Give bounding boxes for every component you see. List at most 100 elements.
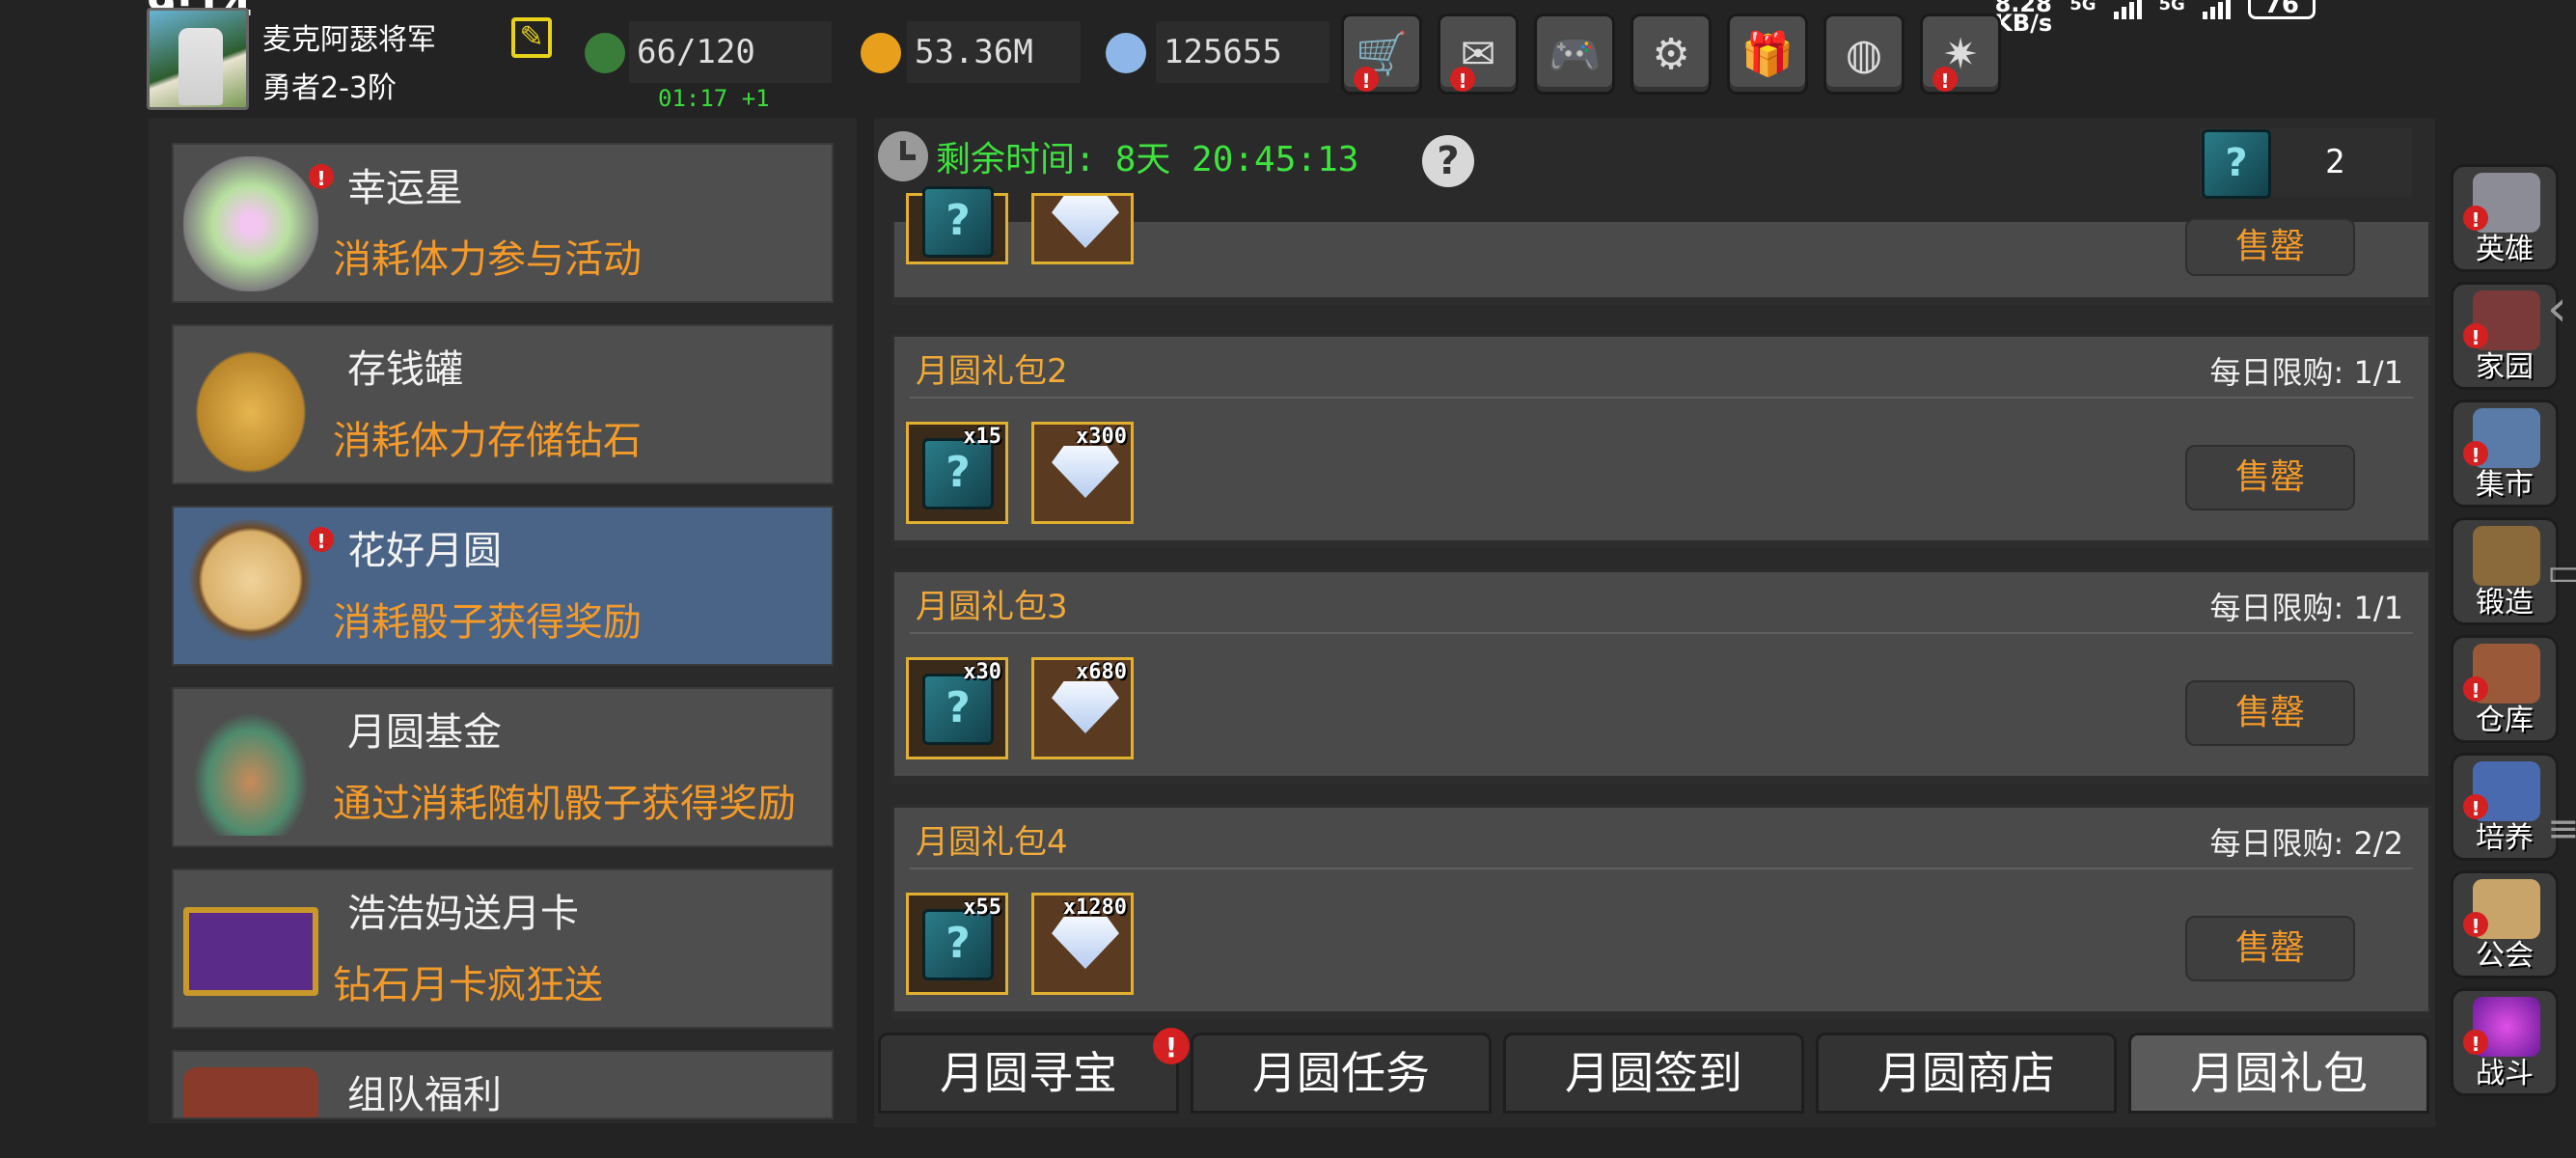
sidebar-label: 集市 (2476, 468, 2534, 502)
event-title: 幸运星 (347, 166, 463, 210)
gift-pack-card: 月圆礼包2 每日限购: 1/1 ? x15 x300 售罄 (891, 334, 2431, 548)
sidebar-label: 战斗 (2476, 1057, 2534, 1090)
money-bag-icon (183, 701, 318, 836)
mystery-box-item[interactable]: ? x30 (906, 657, 1008, 759)
fireworks-button[interactable]: ✷! (1920, 14, 2001, 95)
event-title: 花好月圆 (347, 529, 502, 573)
sidebar-train-button[interactable]: ! 培养 (2451, 753, 2559, 861)
event-subtitle: 消耗骰子获得奖励 (333, 600, 642, 645)
anvil-icon (2473, 526, 2540, 586)
sidebar-forge-button[interactable]: 锻造 (2451, 517, 2559, 625)
diamond-item[interactable]: x680 (1031, 657, 1134, 759)
sidebar-label: 英雄 (2476, 233, 2534, 266)
player-rank: 勇者2-3阶 (262, 71, 397, 105)
item-quantity: x55 (963, 896, 1001, 920)
pack-title: 月圆礼包2 (916, 352, 1068, 391)
avatar-face (178, 28, 223, 105)
event-title: 月圆基金 (347, 710, 502, 755)
mystery-box-icon: ? (2202, 129, 2271, 199)
sidebar-home-button[interactable]: ! 家园 (2451, 282, 2559, 390)
alert-badge: ! (1153, 1028, 1190, 1064)
gold-value: 53.36M (907, 21, 1081, 83)
moon-rabbit-icon (183, 519, 318, 654)
recent-apps-icon[interactable]: ▭ (2547, 550, 2576, 594)
energy-value: 66/120 (629, 21, 832, 83)
shop-cart-button[interactable]: 🛒! (1341, 14, 1422, 95)
mystery-box-icon: ? (922, 674, 994, 745)
back-gesture-icon[interactable]: ‹ (2547, 280, 2567, 338)
diamond-value: 125655 (1156, 21, 1329, 83)
diamond-item[interactable]: x1280 (1031, 893, 1134, 995)
treasure-chest-icon (183, 1067, 318, 1117)
item-quantity: x680 (1076, 660, 1127, 684)
help-icon[interactable]: ? (1422, 135, 1474, 187)
mystery-box-icon: ? (922, 909, 994, 980)
edit-icon[interactable]: ✎ (511, 17, 552, 58)
tab-label: 月圆任务 (1252, 1047, 1430, 1099)
item-quantity: x300 (1076, 425, 1127, 449)
divider (910, 632, 2413, 634)
piggy-bank-icon (183, 338, 318, 473)
tab-moon-shop[interactable]: 月圆商店 (1816, 1033, 2117, 1114)
diamond-icon (1052, 196, 1119, 248)
player-avatar[interactable] (147, 8, 249, 110)
item-quantity: x15 (963, 425, 1001, 449)
aperture-button[interactable]: ◍ (1823, 14, 1905, 95)
alert-badge: ! (309, 164, 334, 190)
settings-button[interactable]: ⚙ (1631, 14, 1712, 95)
sold-out-button[interactable]: 售罄 (2185, 218, 2355, 276)
alert-badge: ! (1450, 67, 1475, 93)
sidebar-label: 公会 (2476, 939, 2534, 973)
event-item-moon-fund[interactable]: 月圆基金 通过消耗随机骰子获得奖励 (172, 687, 834, 847)
event-title: 浩浩妈送月卡 (347, 892, 579, 936)
tab-moon-treasure[interactable]: 月圆寻宝! (878, 1028, 1190, 1114)
mystery-box-item[interactable]: ? x55 (906, 893, 1008, 995)
tab-label: 月圆签到 (1565, 1047, 1742, 1099)
event-item-month-card[interactable]: 浩浩妈送月卡 钻石月卡疯狂送 (172, 868, 834, 1029)
gift-pack-card: 月圆礼包4 每日限购: 2/2 ? x55 x1280 售罄 (891, 805, 2431, 1019)
signal-icon (2113, 0, 2142, 19)
sold-out-button[interactable]: 售罄 (2185, 445, 2355, 510)
event-item-team-welfare[interactable]: 组队福利 (172, 1050, 834, 1119)
mystery-box-icon: ? (922, 438, 994, 510)
sold-out-button[interactable]: 售罄 (2185, 916, 2355, 981)
event-title: 存钱罐 (347, 347, 463, 392)
battery-indicator: 76 (2247, 0, 2316, 19)
event-item-piggy-bank[interactable]: 存钱罐 消耗体力存储钻石 (172, 324, 834, 484)
month-card-icon (183, 907, 318, 996)
alert-badge: ! (1932, 67, 1958, 93)
event-item-lucky-star[interactable]: ! 幸运星 消耗体力参与活动 (172, 143, 834, 303)
gift-button[interactable]: 🎁 (1727, 14, 1808, 95)
event-subtitle: 钻石月卡疯狂送 (333, 963, 603, 1007)
gold-icon (861, 33, 901, 73)
event-item-moon-festival[interactable]: ! 花好月圆 消耗骰子获得奖励 (172, 506, 834, 666)
event-subtitle: 消耗体力参与活动 (333, 237, 642, 282)
event-title: 组队福利 (347, 1073, 502, 1117)
diamond-icon (1106, 33, 1146, 73)
sidebar-label: 培养 (2476, 821, 2534, 855)
net-speed-unit: KB/s (1994, 10, 2053, 37)
sold-out-button[interactable]: 售罄 (2185, 680, 2355, 746)
daily-limit: 每日限购: 1/1 (2209, 354, 2403, 391)
diamond-item (1031, 193, 1134, 264)
menu-gesture-icon[interactable]: ≡ (2547, 807, 2576, 851)
tab-moon-tasks[interactable]: 月圆任务 (1191, 1033, 1492, 1114)
diamond-item[interactable]: x300 (1031, 422, 1134, 524)
remaining-time: 剩余时间: 8天 20:45:13 (878, 131, 1358, 181)
mail-button[interactable]: ✉! (1438, 14, 1519, 95)
sidebar-warehouse-button[interactable]: ! 仓库 (2451, 635, 2559, 743)
divider (910, 868, 2413, 869)
sidebar-market-button[interactable]: ! 集市 (2451, 400, 2559, 508)
daily-limit: 每日限购: 2/2 (2209, 825, 2403, 862)
tab-label: 月圆礼包 (2190, 1047, 2368, 1099)
clock-icon (878, 131, 928, 181)
gamepad-button[interactable]: 🎮 (1534, 14, 1615, 95)
sidebar-hero-button[interactable]: ! 英雄 (2451, 164, 2559, 272)
system-status: 8.28 KB/s 5G 5G 76 (1994, 0, 2316, 37)
mystery-box-item[interactable]: ? x15 (906, 422, 1008, 524)
tab-moon-gift-pack[interactable]: 月圆礼包 (2128, 1033, 2429, 1114)
sidebar-guild-button[interactable]: ! 公会 (2451, 870, 2559, 979)
sidebar-battle-button[interactable]: ! 战斗 (2451, 988, 2559, 1096)
mystery-box-item: ? (906, 186, 1008, 264)
tab-moon-signin[interactable]: 月圆签到 (1503, 1033, 1804, 1114)
